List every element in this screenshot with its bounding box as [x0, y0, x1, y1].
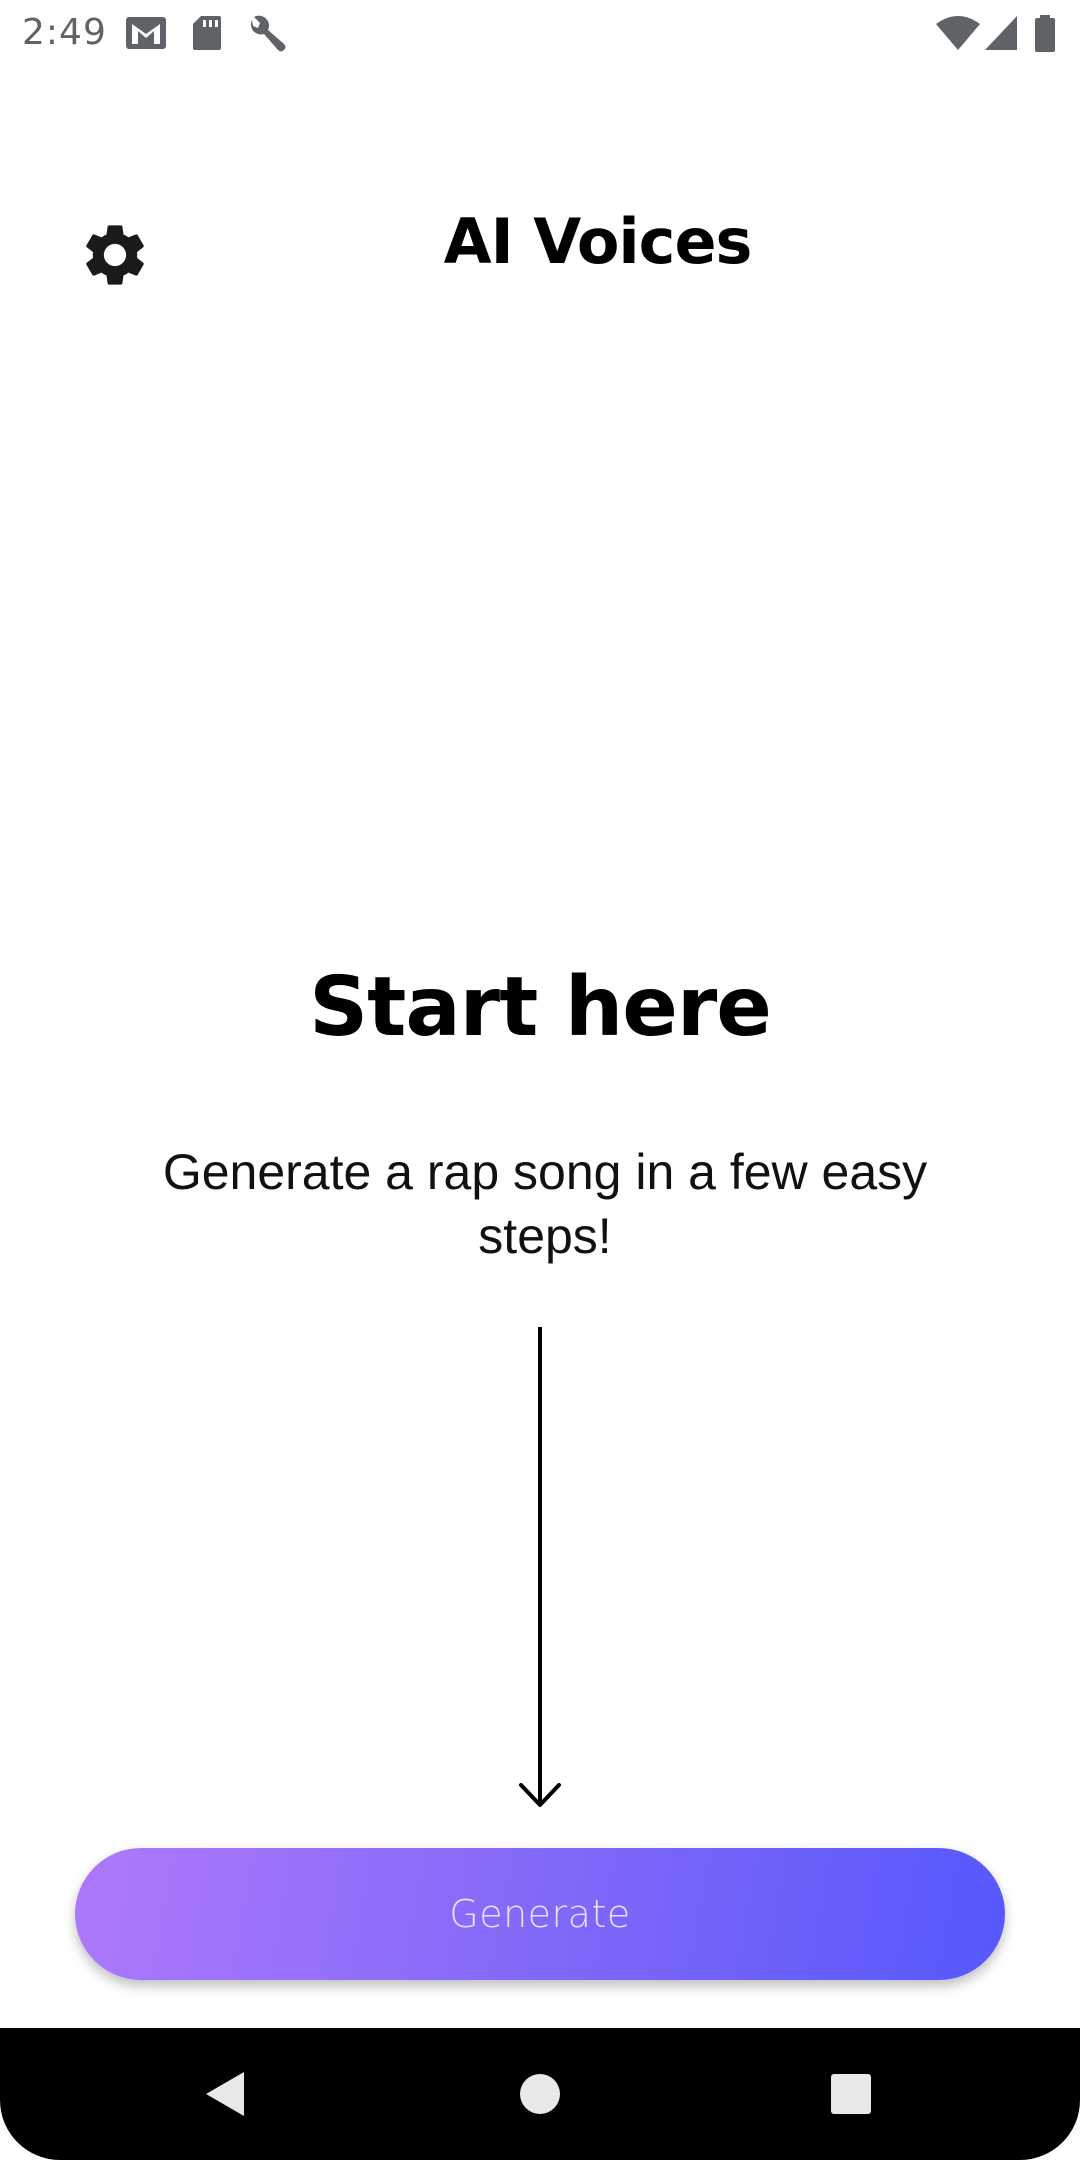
generate-button-label: Generate [449, 1892, 631, 1936]
wrench-icon [246, 14, 288, 59]
gmail-icon [124, 14, 168, 57]
wifi-icon [935, 14, 981, 57]
nav-recents-button[interactable] [805, 2048, 897, 2140]
nav-back-button[interactable] [179, 2048, 271, 2140]
generate-button[interactable]: Generate [75, 1848, 1005, 1980]
nav-home-button[interactable] [494, 2048, 586, 2140]
recents-icon [831, 2074, 871, 2114]
cell-signal-icon [983, 14, 1019, 57]
home-icon [520, 2074, 560, 2114]
hero-heading: Start here [309, 960, 772, 1055]
navigation-bar [0, 2028, 1080, 2160]
arrow-down-icon [519, 1327, 561, 1807]
screen: 2:49 AI Voices Start here Generate a rap… [0, 0, 1080, 2160]
app-title: AI Voices [443, 205, 753, 278]
status-time: 2:49 [22, 12, 107, 53]
status-bar: 2:49 [0, 0, 1080, 68]
battery-icon [1033, 14, 1057, 59]
hero-subtitle: Generate a rap song in a few easy steps! [162, 1144, 928, 1264]
back-icon [206, 2072, 244, 2116]
sd-card-icon [191, 14, 223, 57]
